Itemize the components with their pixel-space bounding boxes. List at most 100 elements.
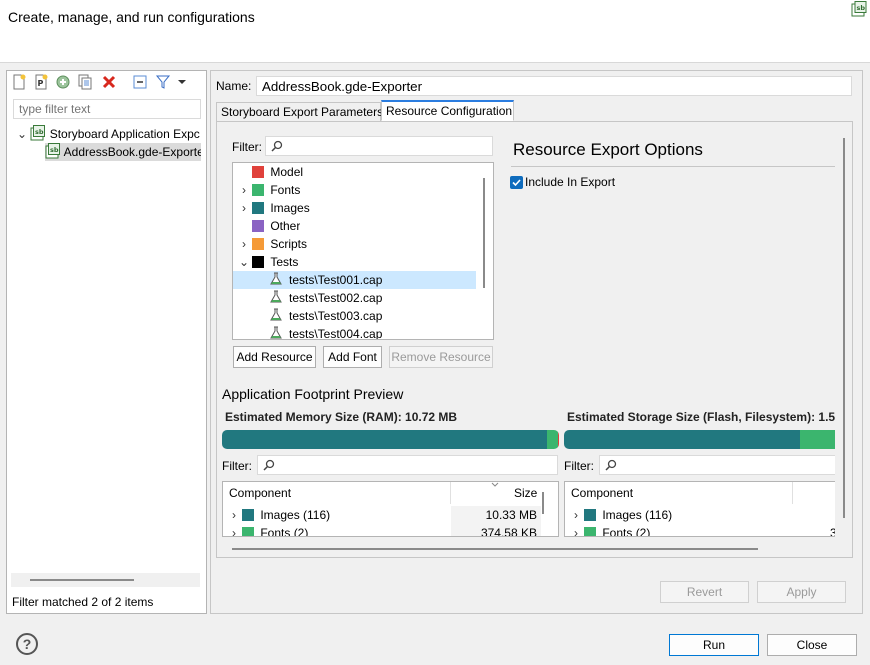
tree-node-label: Storyboard Application Expc	[49, 127, 200, 141]
search-icon	[271, 140, 283, 152]
ram-size-label: Estimated Memory Size (RAM): 10.72 MB	[225, 410, 458, 424]
apply-button[interactable]: Apply	[757, 581, 846, 603]
search-icon	[263, 459, 275, 471]
resource-tree[interactable]: Model › Fonts › Images Other › Scripts ⌄…	[232, 162, 494, 340]
storage-components-table[interactable]: Component › Images (116) › Fonts (2) 3	[564, 481, 835, 537]
component-name: Fonts (2)	[602, 526, 651, 537]
resource-node-test004[interactable]: tests\Test004.cap	[269, 325, 382, 339]
ram-filter-label: Filter:	[222, 459, 252, 473]
storage-filter-label: Filter:	[564, 459, 594, 473]
ram-filter-input[interactable]	[257, 455, 558, 475]
duplicate-icon[interactable]	[77, 74, 93, 90]
color-swatch	[584, 527, 597, 536]
table-scrollbar[interactable]	[542, 492, 544, 514]
chevron-down-icon[interactable]: ⌄	[17, 125, 27, 143]
filter-text-input[interactable]	[13, 99, 201, 119]
footprint-preview-title: Application Footprint Preview	[222, 386, 404, 402]
ram-usage-bar	[222, 430, 559, 449]
flask-icon	[270, 326, 282, 339]
storage-usage-bar	[564, 430, 835, 449]
resource-export-options-title: Resource Export Options	[513, 140, 703, 159]
color-swatch	[252, 220, 265, 232]
component-name: Fonts (2)	[260, 526, 309, 537]
tab-resource-configuration[interactable]: Resource Configuration	[381, 100, 514, 121]
tab-storyboard-export-parameters[interactable]: Storyboard Export Parameters	[216, 102, 383, 122]
resource-node-images[interactable]: › Images	[239, 199, 310, 217]
collapse-all-icon[interactable]	[132, 74, 148, 90]
add-resource-button[interactable]: Add Resource	[233, 346, 316, 368]
resource-node-fonts[interactable]: › Fonts	[239, 181, 300, 199]
usage-bar-segment	[799, 430, 835, 449]
resource-node-label: Other	[270, 219, 301, 233]
table-row[interactable]: › Images (116)	[571, 506, 672, 524]
tab-content-horizontal-scrollbar[interactable]	[232, 548, 758, 550]
resource-node-model[interactable]: Model	[239, 163, 303, 181]
svg-text:sb: sb	[35, 128, 44, 136]
color-swatch	[252, 202, 265, 214]
tree-node-addressbook-exporter[interactable]: sb AddressBook.gde-Exporte	[45, 143, 201, 161]
column-header-component[interactable]: Component	[229, 482, 291, 504]
table-row[interactable]: › Fonts (2)	[571, 524, 651, 537]
chevron-down-icon[interactable]: ⌄	[239, 253, 249, 271]
usage-bar-segment	[564, 430, 800, 449]
resource-node-tests[interactable]: ⌄ Tests	[239, 253, 298, 271]
column-header-size[interactable]: Size	[514, 482, 537, 504]
chevron-right-icon[interactable]: ›	[571, 506, 581, 524]
options-separator	[511, 166, 835, 167]
add-font-button[interactable]: Add Font	[323, 346, 382, 368]
component-name: Images (116)	[260, 508, 331, 522]
resource-filter-input[interactable]	[265, 136, 493, 156]
remove-resource-button[interactable]: Remove Resource	[389, 346, 493, 368]
flask-icon	[270, 308, 282, 321]
delete-icon[interactable]	[101, 74, 117, 90]
tab-content-vertical-scrollbar[interactable]	[843, 138, 845, 518]
chevron-right-icon[interactable]: ›	[239, 199, 249, 217]
filter-status-text: Filter matched 2 of 2 items	[12, 595, 154, 609]
ram-components-table[interactable]: Component Size › Images (116) 10.33 MB ›…	[222, 481, 559, 537]
chevron-right-icon[interactable]: ›	[571, 524, 581, 536]
include-in-export-checkbox[interactable]	[510, 176, 523, 189]
new-config-icon[interactable]	[11, 74, 27, 90]
view-menu-chevron-down-icon[interactable]	[177, 74, 187, 90]
resource-node-test003[interactable]: tests\Test003.cap	[269, 307, 382, 325]
resource-node-scripts[interactable]: › Scripts	[239, 235, 307, 253]
resource-node-other[interactable]: Other	[239, 217, 300, 235]
resource-tree-scrollbar[interactable]	[483, 178, 485, 288]
resource-filter-label: Filter:	[232, 140, 262, 154]
help-icon[interactable]: ?	[16, 633, 38, 655]
config-name-input[interactable]	[256, 76, 852, 96]
name-label: Name:	[216, 79, 252, 93]
close-button[interactable]: Close	[767, 634, 857, 656]
export-config-icon[interactable]	[55, 74, 71, 90]
svg-text:sb: sb	[50, 146, 59, 154]
include-in-export-label[interactable]: Include In Export	[525, 175, 615, 189]
search-icon	[605, 459, 617, 471]
chevron-right-icon[interactable]: ›	[229, 524, 239, 536]
storage-filter-input[interactable]	[599, 455, 835, 475]
usage-bar-segment	[546, 430, 559, 449]
storyboard-config-icon: sb	[45, 143, 60, 159]
chevron-right-icon[interactable]: ›	[239, 181, 249, 199]
column-divider	[792, 482, 793, 504]
resource-node-label: Fonts	[270, 183, 301, 197]
tree-node-storyboard-application[interactable]: ⌄ sb Storyboard Application Expc	[17, 125, 203, 143]
resource-node-test002[interactable]: tests\Test002.cap	[269, 289, 382, 307]
resource-node-label: Tests	[270, 255, 299, 269]
table-row[interactable]: › Fonts (2)	[229, 524, 309, 537]
resource-node-test001[interactable]: tests\Test001.cap	[233, 271, 476, 289]
new-prototype-icon[interactable]: P	[33, 74, 49, 90]
filter-icon[interactable]	[155, 74, 171, 90]
run-button[interactable]: Run	[669, 634, 759, 656]
color-swatch	[242, 527, 255, 536]
dialog-title: Create, manage, and run configurations	[8, 9, 255, 25]
svg-text:P: P	[38, 79, 44, 88]
column-header-component[interactable]: Component	[571, 482, 633, 504]
table-row[interactable]: › Images (116)	[229, 506, 330, 524]
tree-horizontal-scroll-thumb[interactable]	[30, 579, 134, 581]
chevron-right-icon[interactable]: ›	[239, 235, 249, 253]
color-swatch	[252, 184, 265, 196]
component-size: 10.33 MB	[451, 506, 541, 524]
revert-button[interactable]: Revert	[660, 581, 749, 603]
chevron-right-icon[interactable]: ›	[229, 506, 239, 524]
sort-chevron-icon	[491, 482, 499, 487]
